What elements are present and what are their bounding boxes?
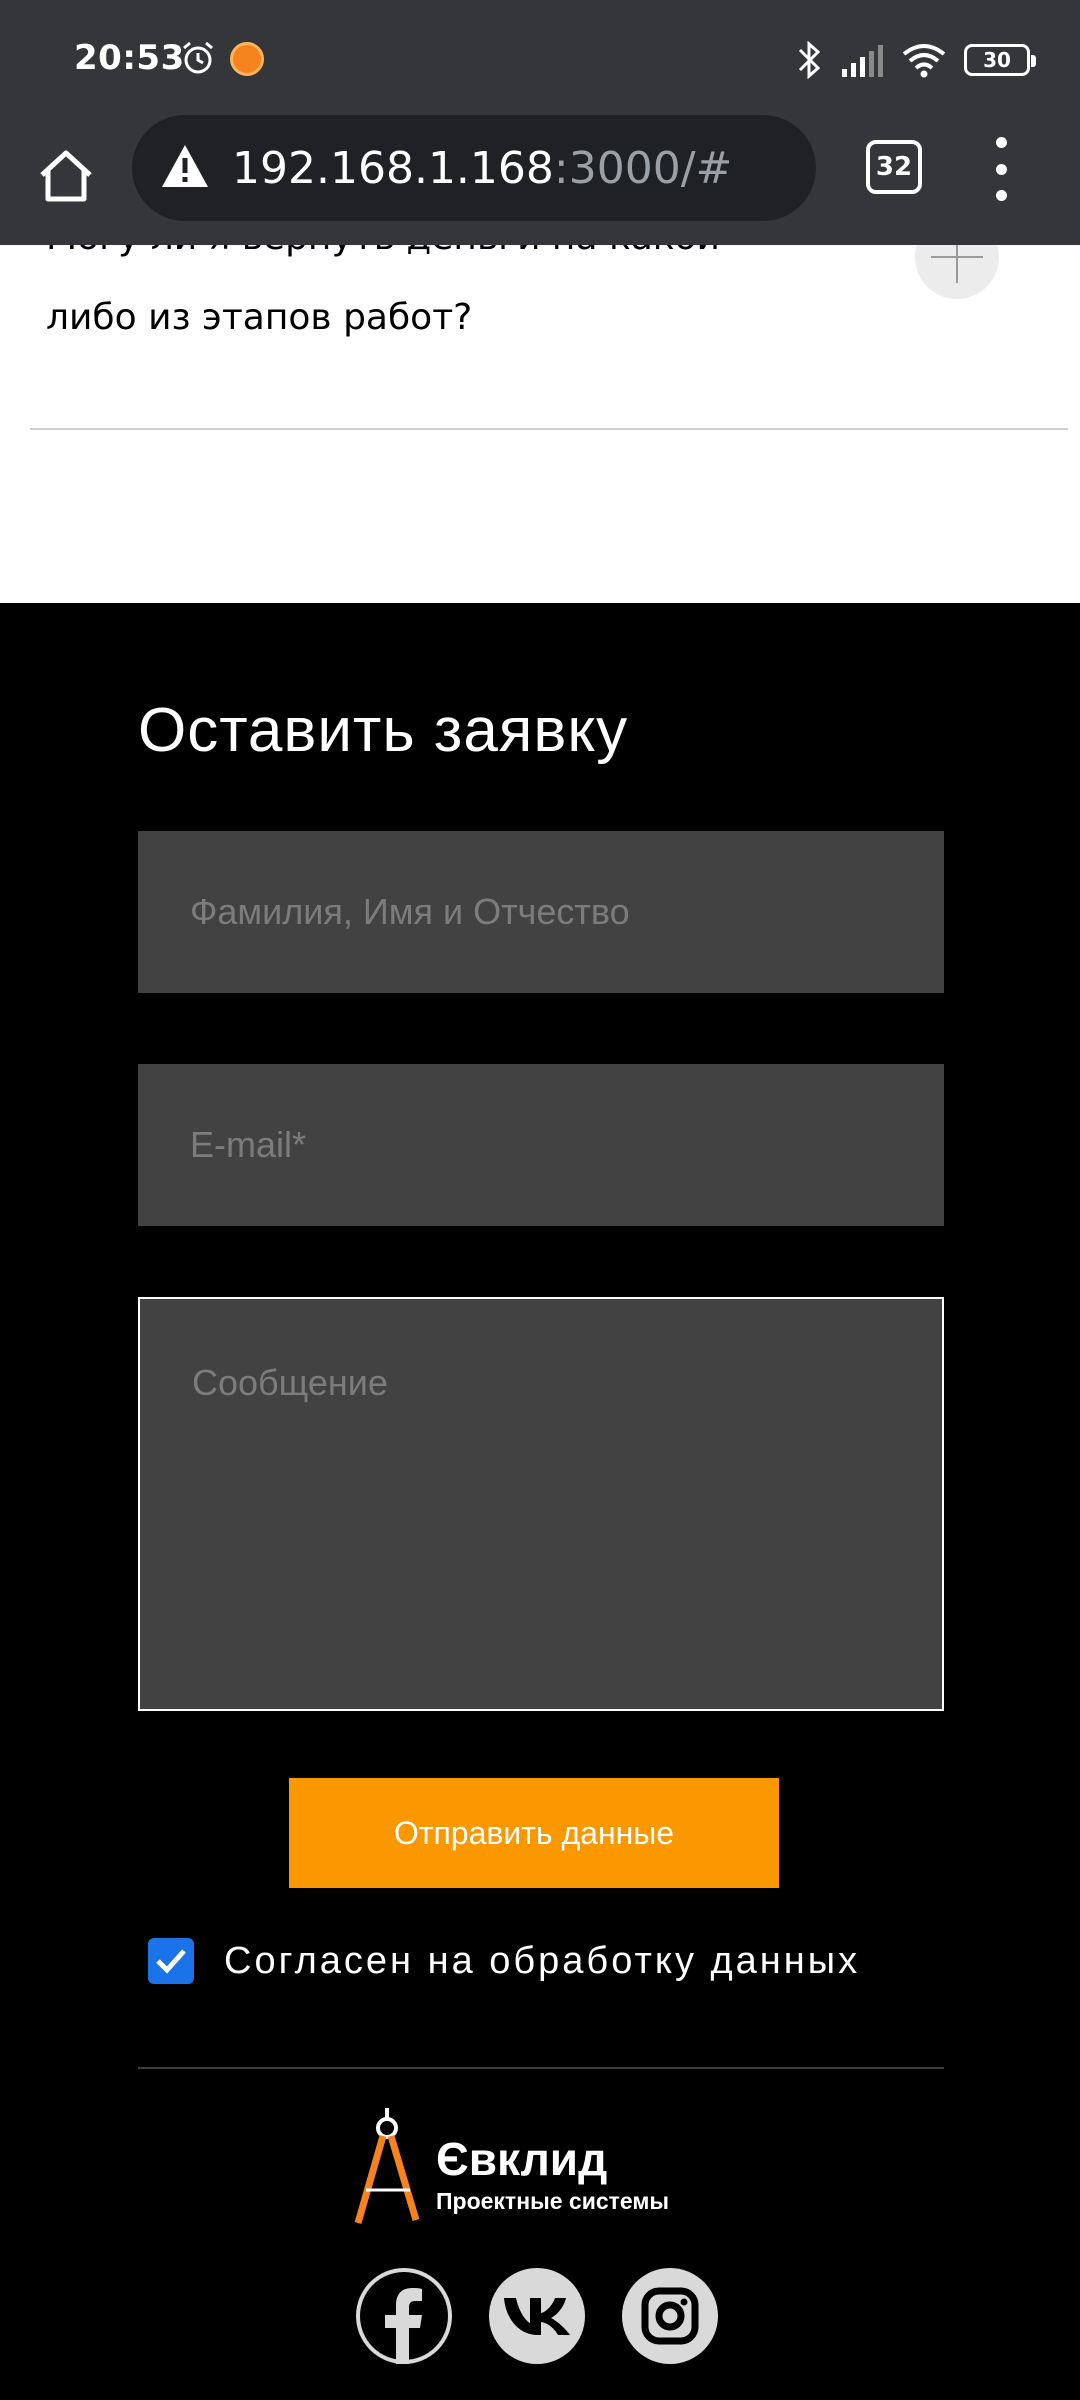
faq-expand-plus-icon[interactable]: [915, 245, 999, 299]
battery-icon: 30: [964, 44, 1036, 76]
tab-count: 32: [875, 152, 913, 182]
app-notification-icon: [230, 42, 264, 76]
home-icon: [40, 150, 92, 202]
alarm-icon: [183, 41, 213, 74]
submit-button[interactable]: Отправить данные: [289, 1778, 779, 1888]
wifi-icon: [902, 44, 946, 78]
facebook-link[interactable]: [356, 2268, 452, 2364]
faq-section: Могу ли я вернуть деньги на какой- либо …: [0, 245, 1080, 603]
not-secure-warning-icon[interactable]: [160, 143, 210, 189]
signal-icon: [842, 45, 883, 77]
logo-subtitle: Проектные системы: [436, 2188, 670, 2214]
consent-label[interactable]: Согласен на обработку данных: [224, 1940, 860, 1983]
form-title: Оставить заявку: [138, 696, 629, 765]
url-host: 192.168.1.168: [232, 143, 554, 194]
faq-divider: [30, 428, 1068, 430]
bluetooth-icon: [798, 40, 821, 80]
url-bar[interactable]: 192.168.1.168:3000/#: [132, 115, 816, 221]
consent-checkbox[interactable]: [148, 1938, 194, 1984]
status-time: 20:53: [74, 38, 185, 78]
facebook-icon: [360, 2272, 448, 2364]
instagram-link[interactable]: [622, 2268, 718, 2364]
social-links: [356, 2268, 718, 2364]
faq-question-line[interactable]: либо из этапов работ?: [46, 297, 472, 338]
faq-question-line[interactable]: Могу ли я вернуть деньги на какой-: [46, 245, 733, 258]
full-name-input[interactable]: [138, 831, 944, 993]
battery-level: 30: [983, 48, 1011, 72]
email-input[interactable]: [138, 1064, 944, 1226]
status-bar: 20:53 30: [0, 0, 1080, 115]
home-button[interactable]: [30, 140, 102, 212]
message-textarea[interactable]: [138, 1297, 944, 1711]
more-menu-icon[interactable]: [986, 137, 1016, 201]
url-path: :3000/#: [553, 143, 733, 194]
vk-link[interactable]: [489, 2268, 585, 2364]
url-text[interactable]: 192.168.1.168:3000/#: [232, 143, 732, 194]
instagram-icon: [641, 2287, 699, 2345]
compass-logo-icon: [354, 2108, 420, 2224]
checkmark-icon: [156, 1949, 186, 1974]
consent-row[interactable]: Согласен на обработку данных: [148, 1938, 860, 1984]
footer-divider: [138, 2067, 944, 2069]
browser-toolbar: 192.168.1.168:3000/# 32: [0, 115, 1080, 245]
vk-icon: [504, 2298, 570, 2335]
tabs-button[interactable]: 32: [866, 140, 922, 194]
company-logo[interactable]: Євклид Проектные системы: [352, 2108, 732, 2238]
logo-name: Євклид: [436, 2133, 608, 2185]
request-form-section: Оставить заявку Отправить данные Согласе…: [0, 603, 1080, 2400]
